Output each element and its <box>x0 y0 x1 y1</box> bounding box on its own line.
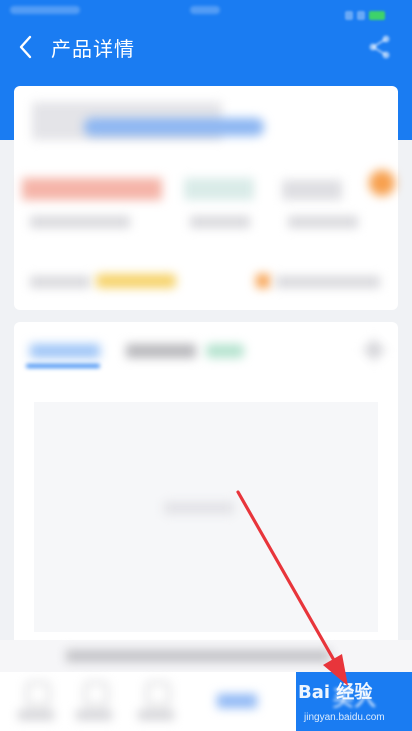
tab-yield-trend[interactable] <box>30 344 100 358</box>
edit-icon[interactable] <box>362 338 386 362</box>
tab-badge <box>206 344 244 358</box>
page-title: 产品详情 <box>51 37 135 61</box>
yield-value-blurred <box>22 178 162 200</box>
chart-area <box>34 402 378 632</box>
wifi-icon <box>357 11 365 20</box>
status-bar <box>0 0 412 20</box>
min-amount-label-blurred <box>288 216 358 228</box>
toolbar-item-3[interactable] <box>132 678 180 726</box>
min-amount-blurred <box>282 180 342 200</box>
term-label-blurred <box>190 216 250 228</box>
chart-card <box>14 322 398 652</box>
risk-label-blurred <box>30 276 90 288</box>
buy-button[interactable]: 买入 <box>296 672 412 731</box>
empty-chart-text-blurred <box>164 502 234 514</box>
product-tag-blurred <box>84 118 264 136</box>
secondary-action-label <box>217 694 257 708</box>
carrier-info <box>10 6 80 14</box>
toolbar-item-1[interactable] <box>12 678 60 726</box>
risk-stars-icon <box>96 274 176 288</box>
badge-icon <box>369 170 395 196</box>
toolbar-item-2-label <box>76 710 112 720</box>
secondary-action-button[interactable] <box>210 690 264 712</box>
yield-label-blurred <box>30 216 130 228</box>
toolbar-item-3-label <box>138 710 174 720</box>
signal-icon <box>345 11 353 20</box>
active-tab-indicator <box>26 364 100 368</box>
share-button[interactable] <box>366 33 394 61</box>
term-value-blurred <box>184 178 254 200</box>
chevron-left-icon <box>19 35 32 59</box>
notice-bar <box>0 640 412 672</box>
share-icon <box>369 35 390 59</box>
lock-icon <box>256 274 270 288</box>
status-icons <box>345 5 400 20</box>
toolbar-item-2[interactable] <box>70 678 118 726</box>
back-button[interactable] <box>14 32 38 62</box>
battery-icon <box>369 11 385 20</box>
calculator-icon <box>26 682 50 706</box>
star-icon <box>146 682 170 706</box>
clock <box>190 6 220 14</box>
tab-other[interactable] <box>126 344 196 358</box>
toolbar-item-1-label <box>18 710 54 720</box>
buy-button-label: 买入 <box>331 687 376 712</box>
notice-text-blurred <box>66 650 330 662</box>
product-card <box>14 86 398 310</box>
title-row: 产品详情 <box>0 30 412 64</box>
purchase-info-blurred <box>276 276 380 288</box>
document-icon <box>84 682 108 706</box>
bottom-action-bar: 买入 <box>0 672 412 731</box>
